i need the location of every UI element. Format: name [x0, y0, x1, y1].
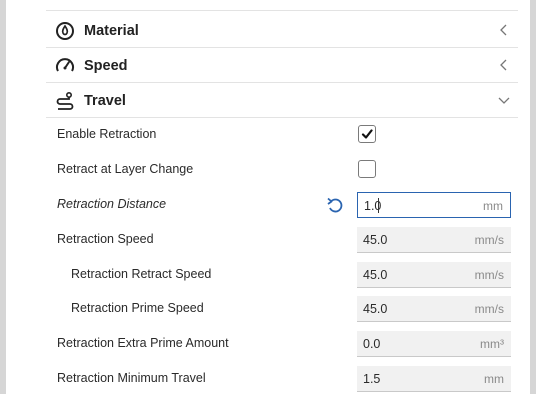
setting-retraction-minimum-travel: Retraction Minimum Travel 1.5 mm [6, 362, 530, 394]
setting-retraction-speed: Retraction Speed 45.0 mm/s [6, 223, 530, 257]
reset-icon[interactable] [326, 196, 344, 214]
field-value: 45.0 [363, 233, 388, 247]
setting-retraction-distance: Retraction Distance 1.0 mm [6, 188, 530, 222]
section-travel[interactable]: Travel [46, 84, 518, 118]
field-unit: mm [483, 199, 503, 213]
setting-label: Retraction Prime Speed [71, 301, 204, 315]
travel-icon [54, 90, 76, 112]
setting-label: Retraction Extra Prime Amount [57, 336, 229, 350]
setting-label: Retraction Retract Speed [71, 267, 212, 281]
setting-label: Enable Retraction [57, 127, 157, 141]
setting-label: Retraction Speed [57, 232, 154, 246]
setting-retraction-extra-prime-amount: Retraction Extra Prime Amount 0.0 mm³ [6, 327, 530, 361]
setting-retraction-retract-speed: Retraction Retract Speed 45.0 mm/s [6, 258, 530, 292]
retraction-retract-speed-input[interactable]: 45.0 mm/s [357, 262, 511, 288]
retraction-minimum-travel-input[interactable]: 1.5 mm [357, 366, 511, 392]
field-unit: mm [484, 372, 504, 386]
chevron-left-icon[interactable] [496, 22, 512, 38]
section-title: Speed [84, 57, 128, 74]
field-value: 45.0 [363, 268, 388, 282]
setting-enable-retraction: Enable Retraction [6, 118, 530, 152]
setting-label: Retraction Minimum Travel [57, 371, 206, 385]
divider [46, 10, 518, 11]
settings-panel: Material Speed Travel Enable Retraction … [6, 0, 530, 394]
text-caret [378, 198, 379, 213]
retraction-distance-input[interactable]: 1.0 mm [357, 192, 511, 218]
setting-retraction-prime-speed: Retraction Prime Speed 45.0 mm/s [6, 292, 530, 326]
section-title: Travel [84, 92, 126, 109]
field-unit: mm³ [480, 337, 504, 351]
field-value: 45.0 [363, 302, 388, 316]
chevron-left-icon[interactable] [496, 57, 512, 73]
setting-retract-at-layer-change: Retract at Layer Change [6, 153, 530, 187]
speedometer-icon [54, 55, 76, 77]
field-unit: mm/s [474, 302, 504, 316]
section-title: Material [84, 22, 139, 39]
checkmark-icon [361, 129, 373, 139]
setting-label: Retraction Distance [57, 197, 167, 211]
retraction-speed-input[interactable]: 45.0 mm/s [357, 227, 511, 253]
section-material[interactable]: Material [46, 14, 518, 48]
setting-label: Retract at Layer Change [57, 162, 194, 176]
retraction-extra-prime-amount-input[interactable]: 0.0 mm³ [357, 331, 511, 357]
field-value: 1.5 [363, 372, 381, 386]
section-speed[interactable]: Speed [46, 49, 518, 83]
field-value: 0.0 [363, 337, 381, 351]
chevron-down-icon[interactable] [496, 92, 512, 108]
retract-at-layer-change-checkbox[interactable] [358, 160, 376, 178]
enable-retraction-checkbox[interactable] [358, 125, 376, 143]
material-icon [54, 20, 76, 42]
retraction-prime-speed-input[interactable]: 45.0 mm/s [357, 296, 511, 322]
field-unit: mm/s [474, 268, 504, 282]
field-unit: mm/s [474, 233, 504, 247]
